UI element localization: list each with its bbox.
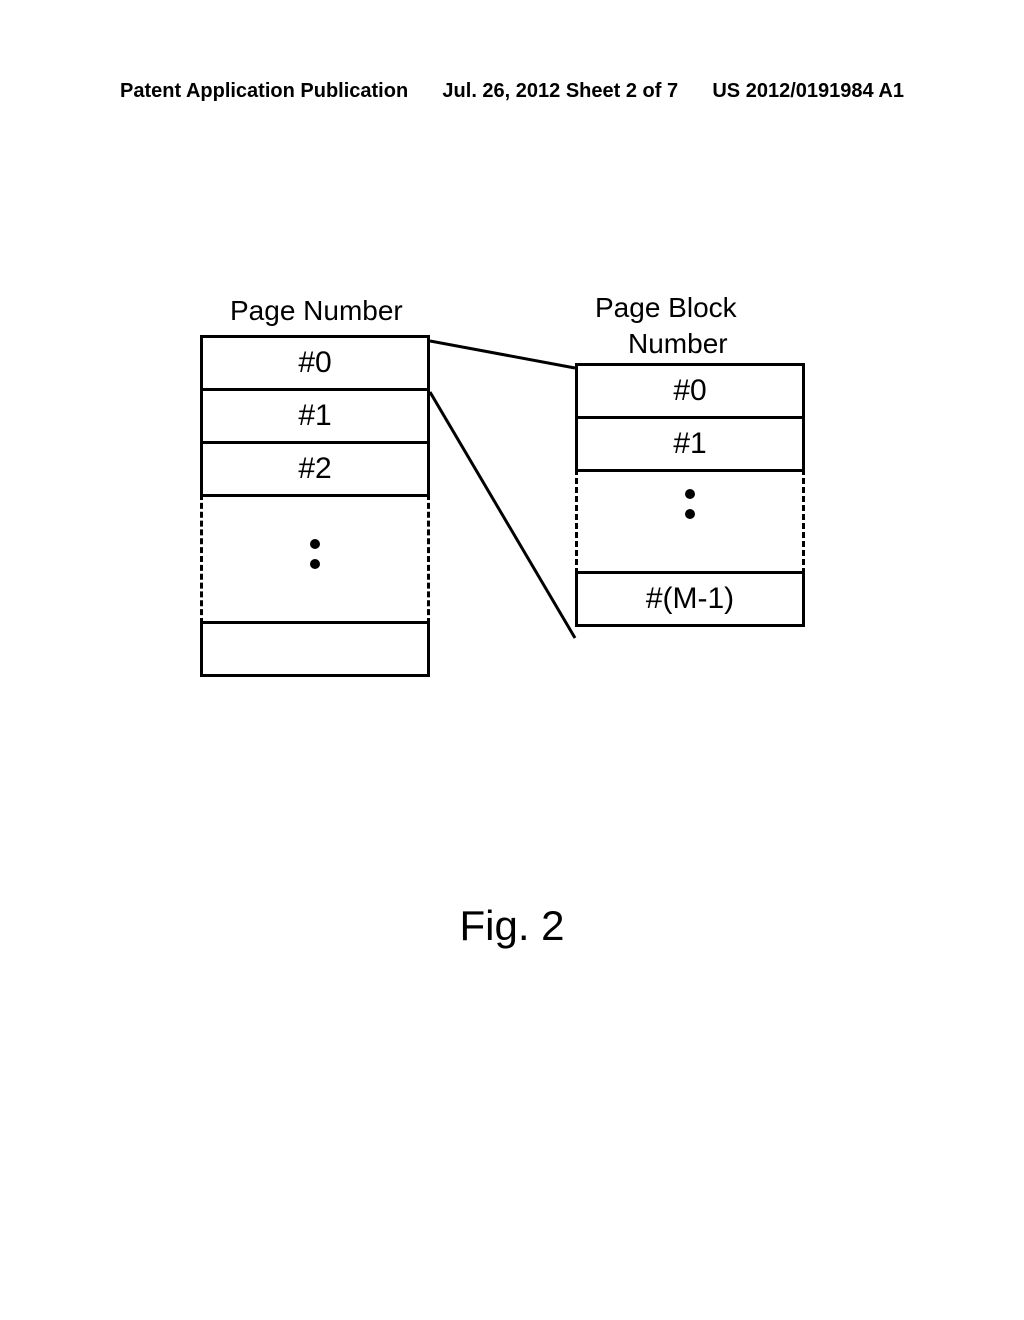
- page-cell-2: #2: [200, 441, 430, 497]
- connector-lines: [430, 338, 580, 698]
- page-block-number-label-line2: Number: [628, 328, 728, 360]
- header-publication-type: Patent Application Publication: [120, 80, 408, 103]
- block-cell-0: #0: [575, 363, 805, 419]
- block-cell-continuation: [575, 469, 805, 574]
- diagram: Page Number Page Block Number #0 #1 #2 #…: [195, 300, 835, 800]
- page-cell-last: [200, 621, 430, 677]
- page-block-number-table: #0 #1 #(M-1): [575, 366, 805, 627]
- page-number-table: #0 #1 #2: [200, 338, 430, 677]
- block-cell-1: #1: [575, 416, 805, 472]
- header-publication-number: US 2012/0191984 A1: [712, 80, 904, 103]
- header-date-sheet: Jul. 26, 2012 Sheet 2 of 7: [442, 80, 678, 103]
- page-cell-continuation: [200, 494, 430, 624]
- page-cell-1: #1: [200, 388, 430, 444]
- figure-label: Fig. 2: [459, 902, 564, 950]
- page-header: Patent Application Publication Jul. 26, …: [120, 80, 904, 103]
- page-cell-0: #0: [200, 335, 430, 391]
- page-number-label: Page Number: [230, 295, 403, 327]
- page-block-number-label-line1: Page Block: [595, 292, 737, 324]
- block-cell-last: #(M-1): [575, 571, 805, 627]
- vertical-ellipsis-icon: [685, 489, 695, 519]
- vertical-ellipsis-icon: [310, 539, 320, 569]
